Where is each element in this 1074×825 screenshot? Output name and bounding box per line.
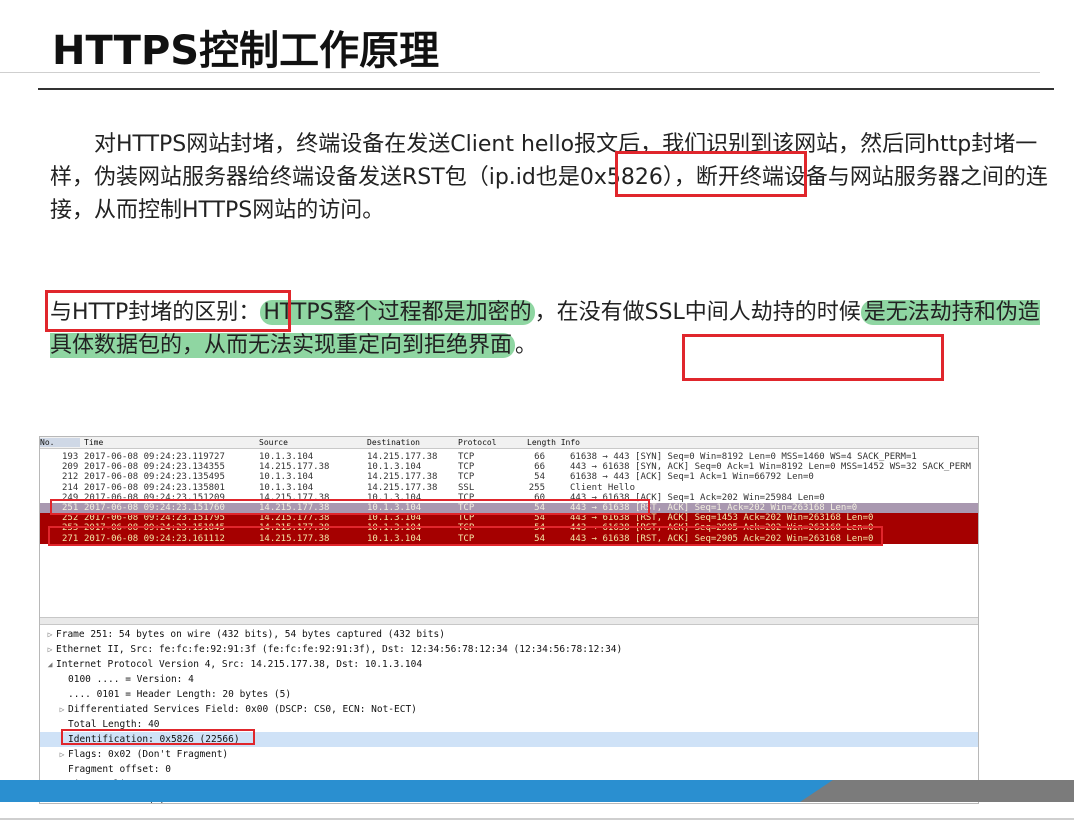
- footer-band-gray: [800, 780, 1074, 802]
- para1-text-rst: 设备发送RST包: [314, 165, 467, 190]
- detail-text: .... 0101 = Header Length: 20 bytes (5): [68, 689, 292, 700]
- footer-line: [0, 818, 1074, 820]
- packet-row[interactable]: 209 2017-06-08 09:24:23.134355 14.215.177.…: [40, 462, 978, 472]
- packet-destination: 14.215.177.38: [367, 472, 438, 483]
- packet-protocol: TCP: [458, 472, 475, 483]
- packet-info: Client Hello: [570, 482, 636, 493]
- col-destination[interactable]: Destination: [367, 438, 420, 447]
- slide-title: HTTPS控制工作原理: [52, 28, 440, 74]
- packet-length: 66: [534, 452, 545, 462]
- expand-toggle-icon[interactable]: ▷: [44, 642, 56, 657]
- detail-row[interactable]: ▷ Ethernet II, Src: fe:fc:fe:92:91:3f (fe…: [40, 642, 978, 657]
- annotation-box-client-hello: [50, 499, 650, 515]
- packet-protocol: TCP: [458, 452, 475, 462]
- footer-band-blue: [0, 780, 835, 802]
- col-length-info[interactable]: Length Info: [527, 438, 580, 447]
- packet-source: 10.1.3.104: [259, 482, 314, 493]
- packet-row[interactable]: 214 2017-06-08 09:24:23.135801 10.1.3.104 1…: [40, 483, 978, 493]
- difference-end: 。: [515, 333, 538, 358]
- detail-text: Internet Protocol Version 4, Src: 14.215…: [56, 659, 423, 670]
- packet-list-header: No. Time Source Destination Protocol Len…: [40, 437, 978, 449]
- col-source[interactable]: Source: [259, 438, 288, 447]
- packet-length: 54: [534, 472, 545, 483]
- col-protocol[interactable]: Protocol: [458, 438, 497, 447]
- packet-destination: 14.215.177.38: [367, 482, 438, 493]
- detail-text: Differentiated Services Field: 0x00 (DSC…: [68, 704, 417, 715]
- difference-plain: ，在没有做SSL中间人劫持的时候: [534, 300, 861, 325]
- annotation-box-redirect: [682, 334, 944, 381]
- packet-time: 2017-06-08 09:24:23.119727: [84, 452, 225, 462]
- packet-details: ▷ Frame 251: 54 bytes on wire (432 bits),…: [40, 627, 978, 803]
- packet-no: 209: [62, 462, 79, 473]
- title-divider-light: [0, 72, 1040, 73]
- packet-info: 443 → 61638 [SYN, ACK] Seq=0 Ack=1 Win=8…: [570, 462, 971, 473]
- expand-toggle-icon[interactable]: ▷: [56, 702, 68, 717]
- packet-no: 212: [62, 472, 79, 483]
- detail-row[interactable]: .... 0101 = Header Length: 20 bytes (5): [40, 687, 978, 702]
- packet-length: 255: [528, 482, 545, 493]
- col-time[interactable]: Time: [84, 438, 103, 447]
- packet-time: 2017-06-08 09:24:23.135495: [84, 472, 225, 483]
- packet-no: 214: [62, 482, 79, 493]
- detail-text: Frame 251: 54 bytes on wire (432 bits), …: [56, 629, 445, 640]
- annotation-box-rst-packet: [48, 526, 883, 546]
- detail-row[interactable]: ◢ Internet Protocol Version 4, Src: 14.21…: [40, 657, 978, 672]
- detail-text: Ethernet II, Src: fe:fc:fe:92:91:3f (fe:…: [56, 644, 623, 655]
- annotation-box-difference: [45, 290, 291, 332]
- detail-text: Fragment offset: 0: [68, 764, 171, 775]
- detail-row[interactable]: ▷ Frame 251: 54 bytes on wire (432 bits),…: [40, 627, 978, 642]
- packet-protocol: SSL: [458, 482, 475, 493]
- packet-source: 10.1.3.104: [259, 452, 314, 462]
- packet-destination: 10.1.3.104: [367, 462, 422, 473]
- packet-source: 14.215.177.38: [259, 462, 330, 473]
- packet-destination: 14.215.177.38: [367, 452, 438, 462]
- packet-time: 2017-06-08 09:24:23.134355: [84, 462, 225, 473]
- packet-time: 2017-06-08 09:24:23.135801: [84, 482, 225, 493]
- packet-row[interactable]: 193 2017-06-08 09:24:23.119727 10.1.3.104 1…: [40, 452, 978, 462]
- wireshark-capture: No. Time Source Destination Protocol Len…: [39, 436, 979, 804]
- expand-toggle-icon[interactable]: ▷: [56, 747, 68, 762]
- packet-no: 193: [62, 452, 79, 462]
- paragraph-https-blocking: 对HTTPS网站封堵，终端设备在发送Client hello报文后，我们识别到该…: [50, 128, 1050, 227]
- detail-row[interactable]: 0100 .... = Version: 4: [40, 672, 978, 687]
- annotation-box-identification: [61, 729, 255, 745]
- packet-protocol: TCP: [458, 462, 475, 473]
- highlight-encrypted: HTTPS整个过程都是加密的: [260, 300, 535, 325]
- detail-row[interactable]: ▷ Flags: 0x02 (Don't Fragment): [40, 747, 978, 762]
- packet-info: 61638 → 443 [ACK] Seq=1 Ack=1 Win=66792 …: [570, 472, 814, 483]
- detail-text: Flags: 0x02 (Don't Fragment): [68, 749, 229, 760]
- expand-toggle-icon[interactable]: ▷: [44, 627, 56, 642]
- packet-row[interactable]: 212 2017-06-08 09:24:23.135495 10.1.3.104 1…: [40, 472, 978, 482]
- annotation-box-rst: [615, 151, 807, 197]
- detail-row[interactable]: ▷ Differentiated Services Field: 0x00 (DS…: [40, 702, 978, 717]
- packet-length: 66: [534, 462, 545, 473]
- pane-splitter[interactable]: [40, 617, 978, 625]
- packet-info: 61638 → 443 [SYN] Seq=0 Win=8192 Len=0 M…: [570, 452, 917, 462]
- detail-text: 0100 .... = Version: 4: [68, 674, 194, 685]
- packet-source: 10.1.3.104: [259, 472, 314, 483]
- title-divider-dark: [38, 88, 1054, 90]
- detail-row[interactable]: Fragment offset: 0: [40, 762, 978, 777]
- col-no[interactable]: No.: [40, 438, 80, 447]
- expand-toggle-icon[interactable]: ◢: [44, 657, 56, 672]
